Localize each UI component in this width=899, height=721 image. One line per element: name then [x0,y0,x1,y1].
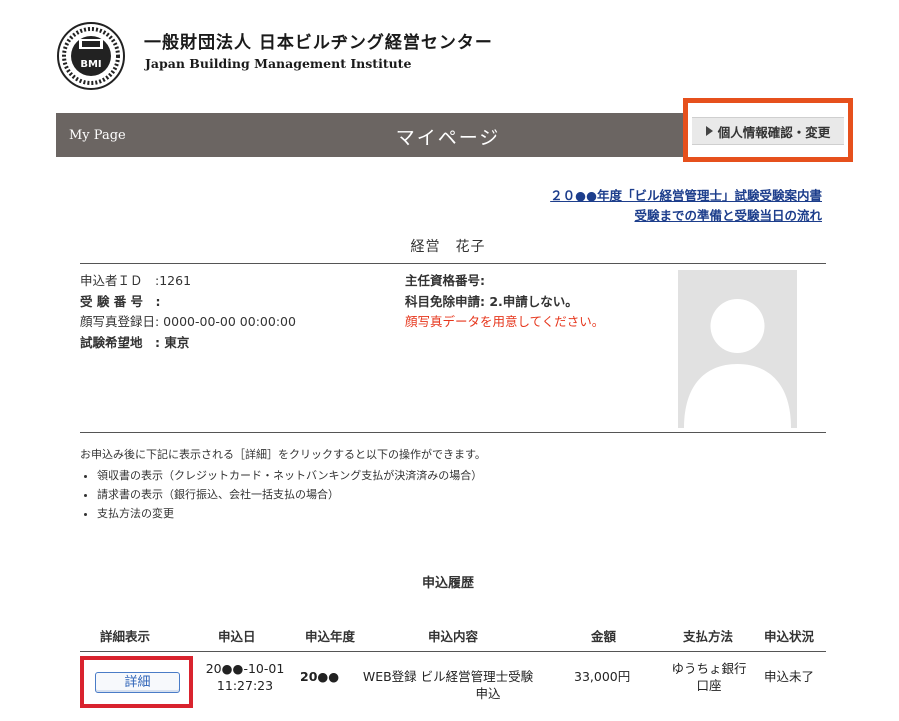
user-info-right: 主任資格番号: 科目免除申請: 2.申請しない。 顔写真データを用意してください… [405,271,604,333]
exemption-status: 科目免除申請: 2.申請しない。 [405,293,578,309]
divider [80,432,826,433]
photo-registered-date: 顔写真登録日: 0000-00-00 00:00:00 [80,314,296,329]
application-amount: 33,000円 [574,669,631,684]
divider [80,651,826,652]
list-item: 請求書の表示（銀行振込、会社一括支払の場合） [97,485,482,504]
application-content-line2: 申込 [475,686,501,701]
column-header-detail: 詳細表示 [100,629,151,644]
notes-intro: お申込み後に下記に表示される［詳細］をクリックすると以下の操作ができます。 [80,448,486,461]
payment-method-line2: 口座 [696,678,722,693]
application-year: 20●● [300,669,340,684]
photo-warning: 顔写真データを用意してください。 [405,314,605,329]
application-date: 20●●-10-01 11:27:23 [199,660,291,694]
detail-button[interactable]: 詳細 [95,672,180,693]
org-name-jp: 一般財団法人 日本ビルヂング経営センター [144,33,493,53]
profile-edit-button[interactable]: 個人情報確認・変更 [683,98,853,162]
payment-method-line1: ゆうちょ銀行 [671,661,747,676]
exam-flow-link[interactable]: 受験までの準備と受験当日の流れ [550,206,822,226]
triangle-right-icon [705,126,713,136]
history-title: 申込履歴 [421,576,474,591]
profile-edit-label: 個人情報確認・変更 [717,124,831,140]
applicant-id: 申込者ＩＤ :1261 [80,273,192,288]
column-header-date: 申込日 [218,629,256,644]
user-name: 経営 花子 [410,239,486,255]
column-header-amount: 金額 [591,629,617,644]
column-header-payment: 支払方法 [683,629,734,644]
payment-method: ゆうちょ銀行 口座 [664,660,754,694]
avatar-placeholder-icon [678,270,797,428]
application-content-line1: WEB登録 ビル経営管理士受験 [362,669,534,684]
application-content: WEB登録 ビル経営管理士受験 申込 [352,668,544,702]
application-status: 申込未了 [764,669,815,684]
user-info-left: 申込者ＩＤ :1261 受 験 番 号 : 顔写真登録日: 0000-00-00… [80,271,296,353]
org-name-en: Japan Building Management Institute [145,56,412,71]
list-item: 支払方法の変更 [97,504,482,523]
column-header-status: 申込状況 [764,629,815,644]
exam-location: 試験希望地 : 東京 [80,334,190,350]
column-header-year: 申込年度 [305,629,356,644]
divider [80,263,826,264]
list-item: 領収書の表示（クレジットカード・ネットバンキング支払が決済済みの場合） [97,466,482,485]
license-number: 主任資格番号: [405,273,485,288]
bmi-logo-icon: BMI [57,22,125,90]
notes-list: 領収書の表示（クレジットカード・ネットバンキング支払が決済済みの場合） 請求書の… [80,466,482,523]
profile-edit-inner[interactable]: 個人情報確認・変更 [692,117,844,145]
exam-guide-link[interactable]: ２０●●年度「ビル経営管理士」試験受験案内書 [550,186,822,206]
application-date-time: 11:27:23 [216,678,274,693]
guide-links: ２０●●年度「ビル経営管理士」試験受験案内書 受験までの準備と受験当日の流れ [550,186,822,226]
application-date-day: 20●●-10-01 [205,661,285,676]
svg-text:BMI: BMI [80,59,101,70]
column-header-content: 申込内容 [428,629,479,644]
exam-number: 受 験 番 号 : [80,293,161,309]
detail-button-highlight: 詳細 [80,656,193,708]
